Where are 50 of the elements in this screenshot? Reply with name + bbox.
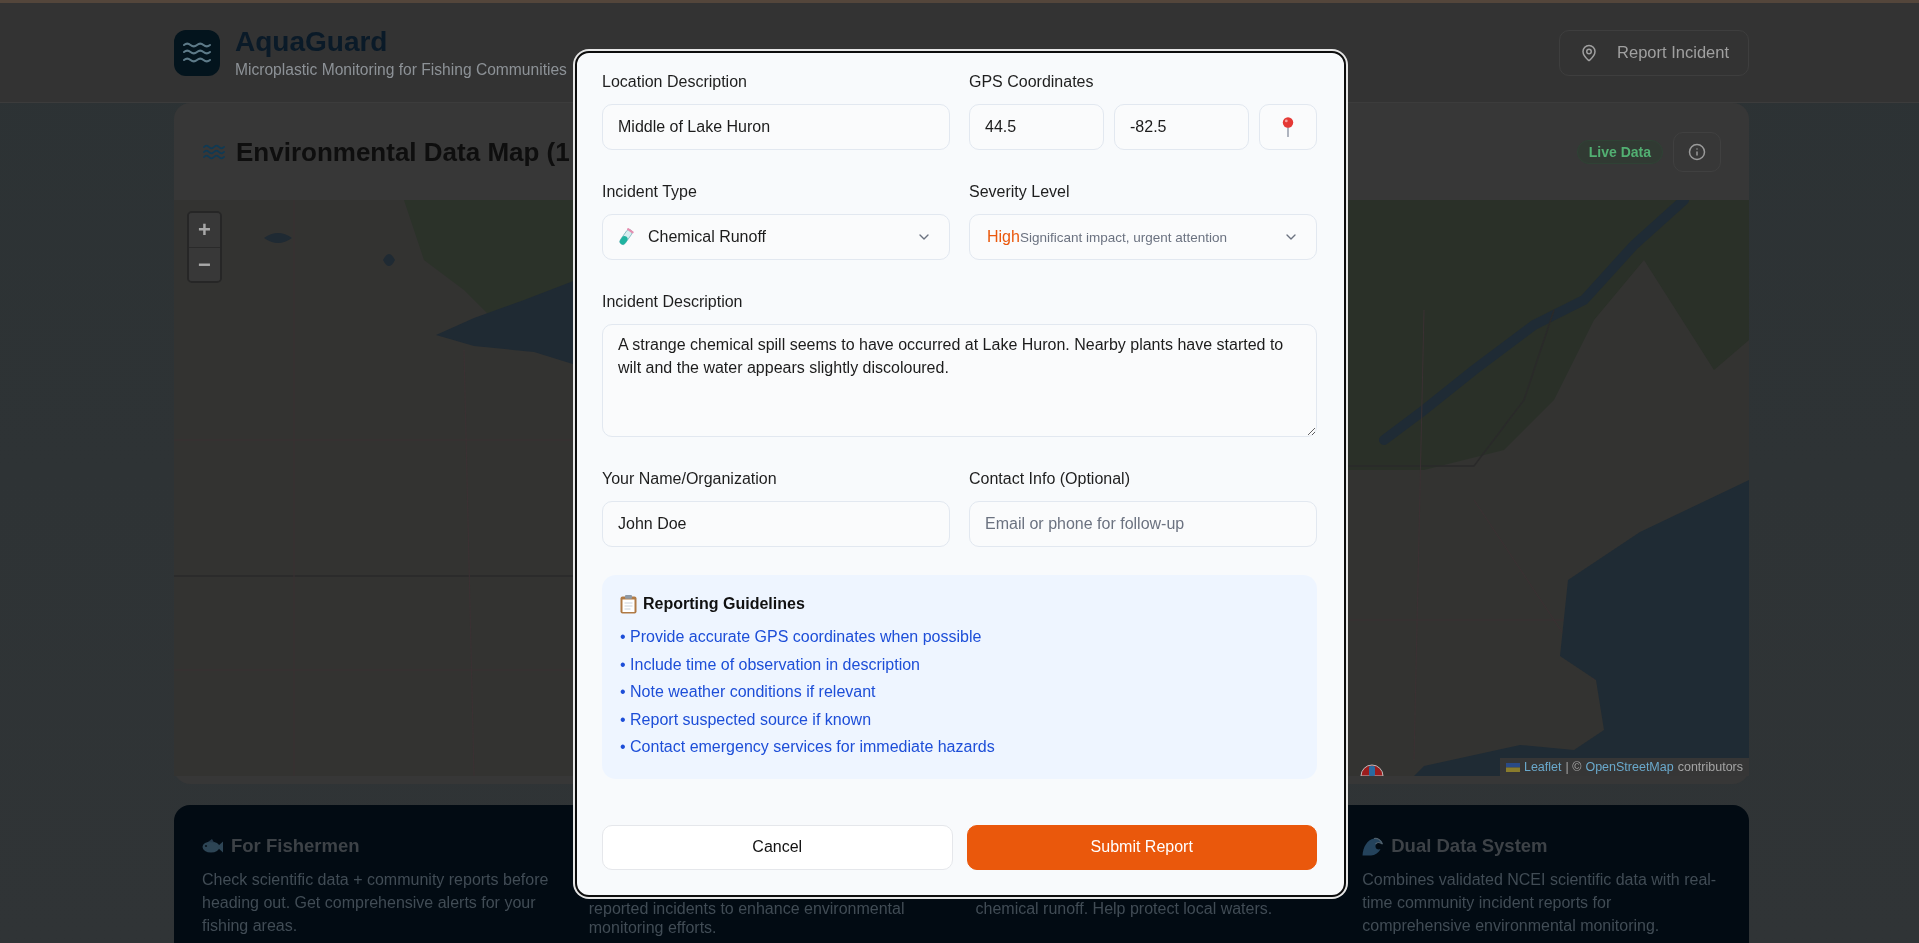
field-label: Severity Level (969, 182, 1071, 202)
location-field[interactable]: Middle of Lake Huron (602, 104, 950, 150)
name-field[interactable]: John Doe (602, 501, 950, 547)
info-icon (1688, 142, 1706, 161)
guideline-item: • Report suspected source if known (620, 709, 873, 730)
field-label: Incident Description (602, 292, 744, 312)
severity-value: High (987, 228, 1020, 246)
field-label: GPS Coordinates (969, 72, 1095, 92)
info-card-text: Check scientific data + community reports before heading out. Get comprehensive alerts for your fishing areas. (202, 870, 550, 937)
contact-field[interactable]: Email or phone for follow-up (969, 501, 1317, 547)
longitude-field[interactable]: -82.5 (1114, 104, 1249, 150)
cancel-button[interactable]: Cancel (602, 824, 953, 870)
info-button[interactable] (1673, 131, 1721, 172)
waves-logo-icon (174, 29, 220, 76)
attribution-text: | © (1565, 760, 1582, 774)
attribution-text: contributors (1677, 760, 1743, 774)
submit-button[interactable]: Submit Report (966, 824, 1317, 870)
guideline-item: • Include time of observation in description (620, 654, 921, 675)
pin-icon (1282, 117, 1294, 137)
field-label: Contact Info (Optional) (969, 469, 1131, 489)
guidelines-title: Reporting Guidelines (643, 595, 805, 613)
status-badge: Live Data (1576, 139, 1663, 164)
info-card-text: Combines validated NCEI scientific data with real-time community incident reports for comprehensive environmental monitoring. (1362, 870, 1718, 937)
severity-description: Significant impact, urgent attention (1019, 230, 1228, 245)
incident-type-select[interactable]: Chemical Runoff (602, 214, 950, 260)
waves-icon (203, 143, 225, 160)
map-pin-icon (1580, 43, 1599, 62)
guideline-item: • Provide accurate GPS coordinates when possible (620, 627, 983, 647)
info-card-text: reported incidents to enhance environmental monitoring efforts. (588, 899, 906, 937)
info-card-title: For Fishermen (231, 834, 360, 858)
field-label: Your Name/Organization (602, 469, 778, 489)
severity-select[interactable]: HighSignificant impact, urgent attention (969, 214, 1317, 260)
info-card-title: Dual Data System (1391, 834, 1548, 858)
fish-icon (202, 838, 223, 854)
wave-icon (1362, 836, 1384, 856)
attribution-link[interactable]: Leaflet (1523, 760, 1562, 774)
info-card-text: chemical runoff. Help protect local waters. (975, 899, 1274, 918)
latitude-field[interactable]: 44.5 (969, 104, 1104, 150)
zoom-out-button[interactable]: − (189, 247, 220, 281)
field-label: Location Description (602, 72, 748, 92)
flag-icon (1505, 762, 1520, 772)
guideline-item: • Note weather conditions if relevant (620, 682, 877, 702)
field-label: Incident Type (602, 182, 698, 202)
guideline-item: • Contact emergency services for immediate hazards (620, 737, 996, 757)
app-subtitle: Microplastic Monitoring for Fishing Communities (235, 59, 567, 80)
attribution-link[interactable]: OpenStreetMap (1585, 760, 1674, 774)
clipboard-icon (620, 594, 637, 614)
locate-button[interactable] (1259, 104, 1317, 150)
description-field[interactable]: A strange chemical spill seems to have occurred at Lake Huron. Nearby plants have started to wilt and the water appears slightly discoloured. (602, 324, 1317, 437)
report-incident-button[interactable]: Report Incident (1559, 29, 1749, 76)
